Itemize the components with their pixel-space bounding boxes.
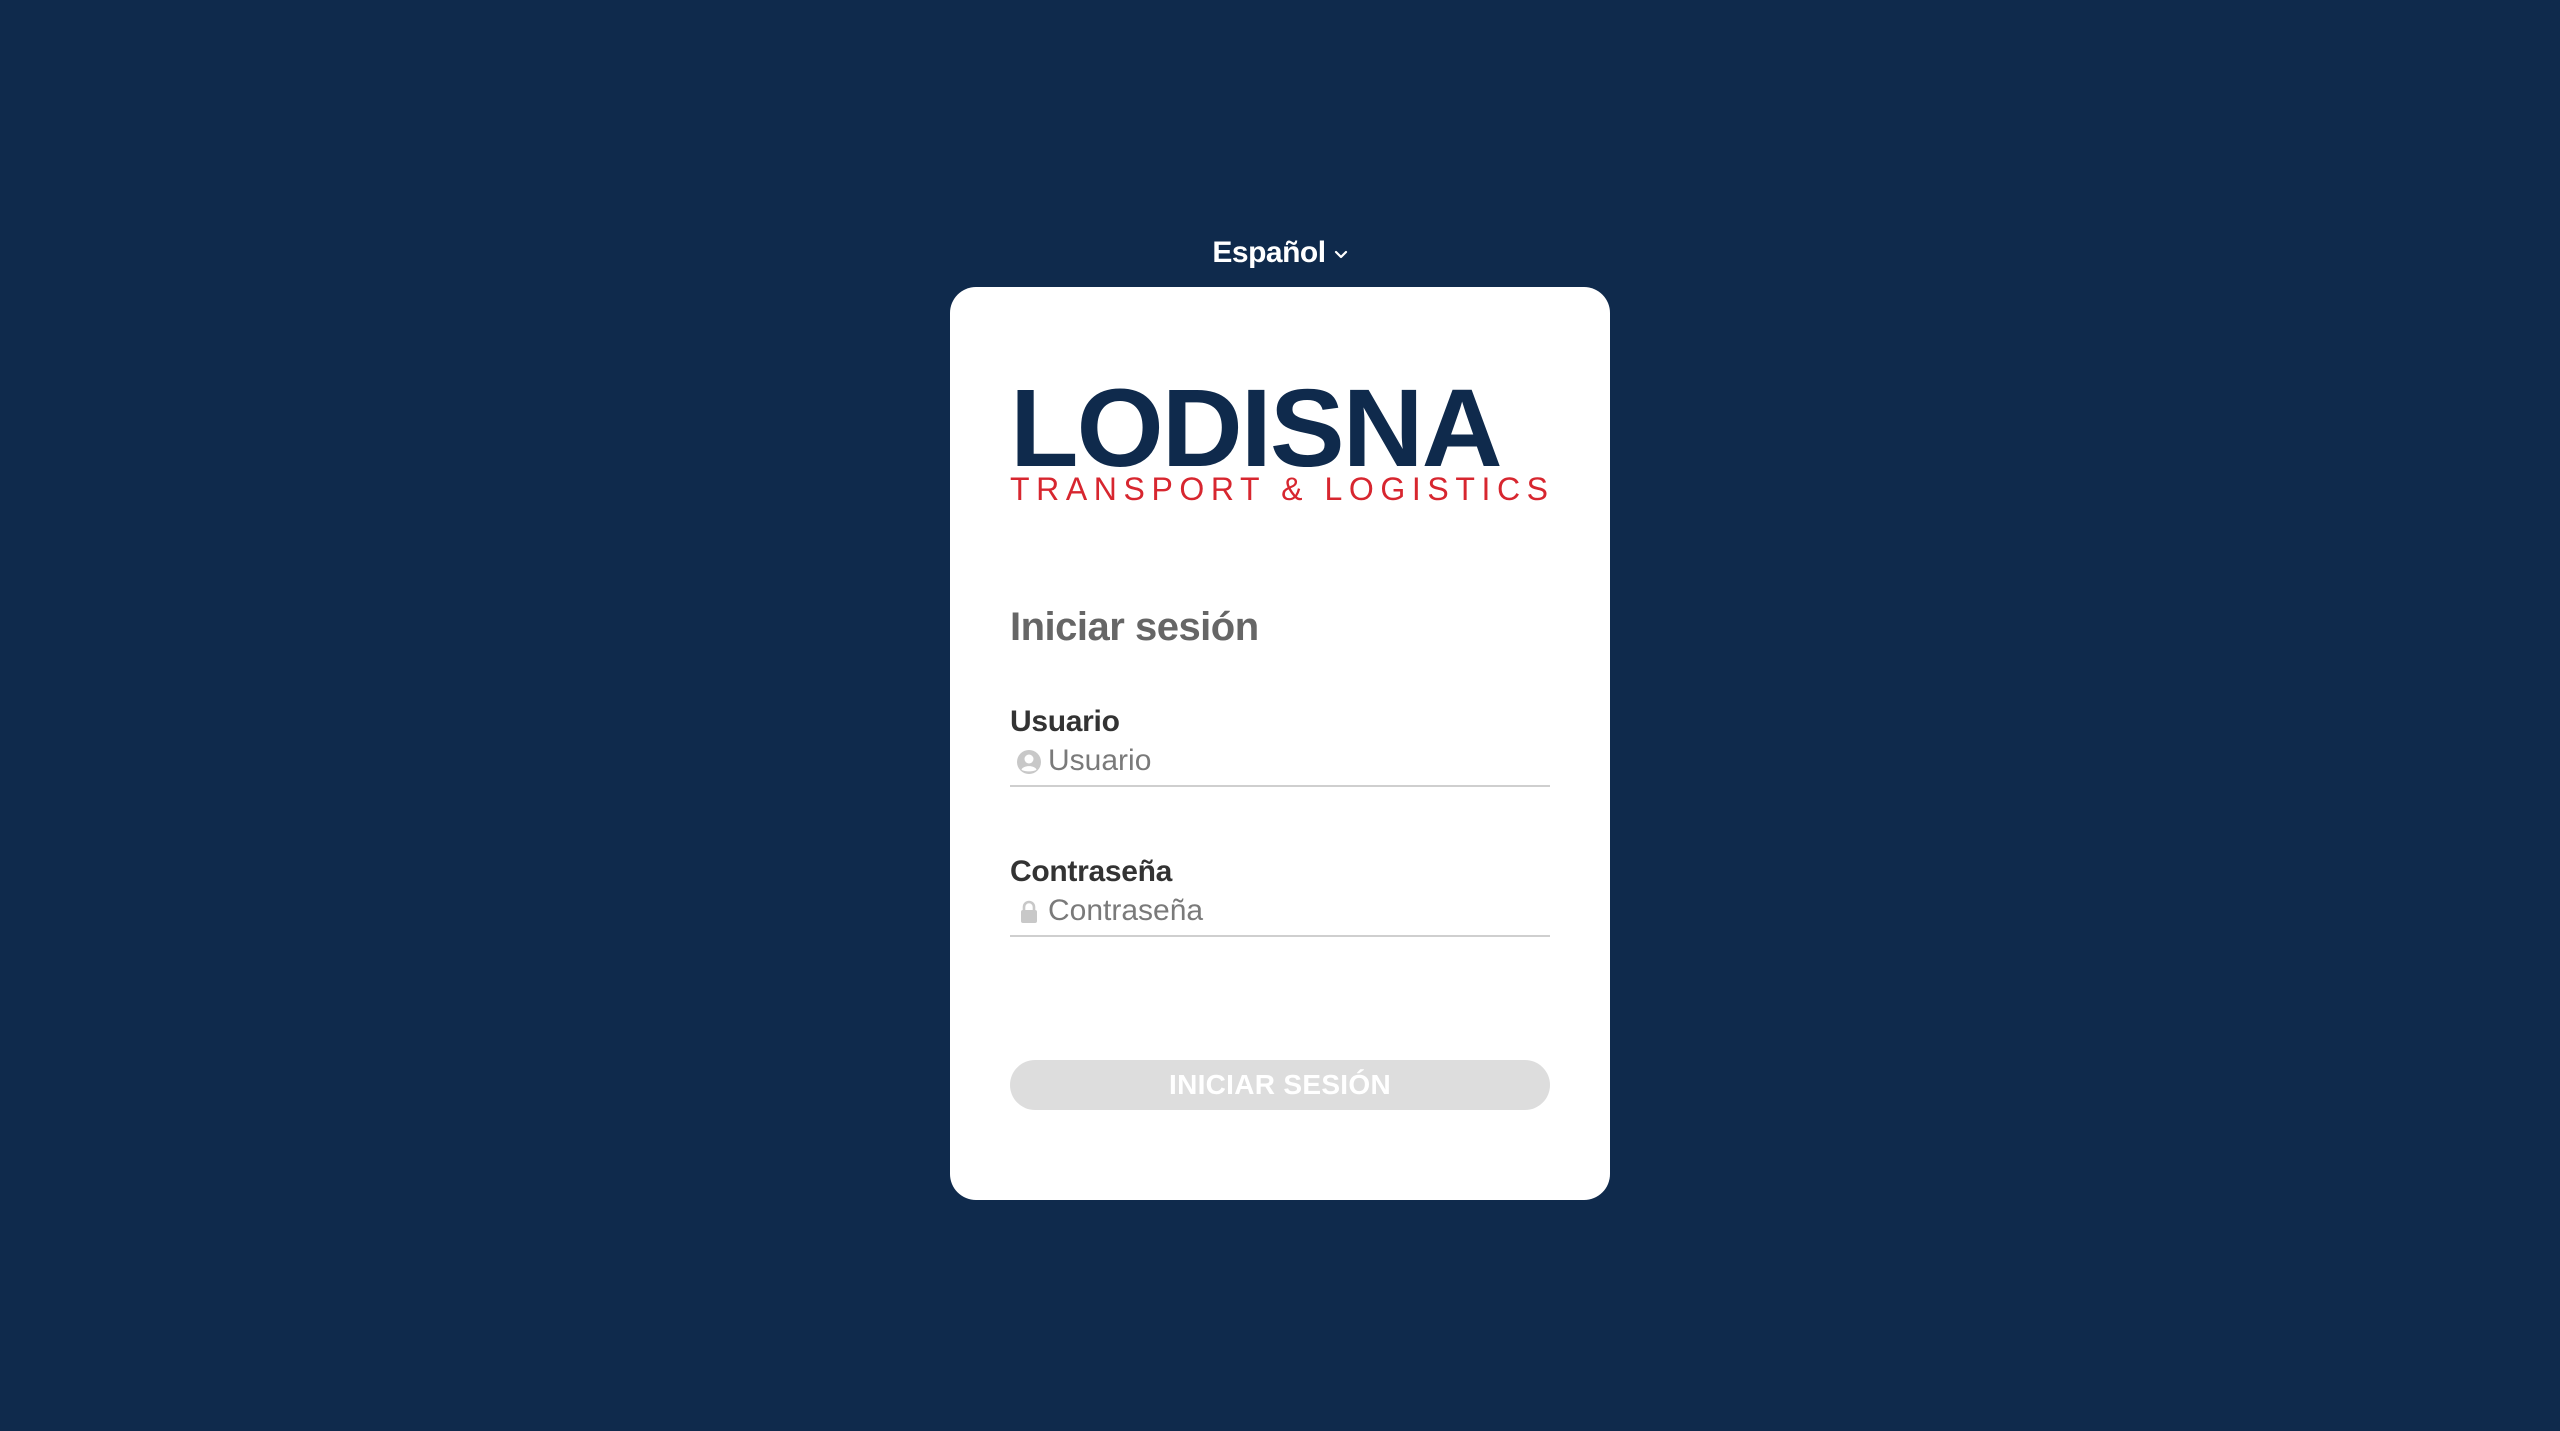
password-label: Contraseña: [1010, 855, 1173, 888]
password-field-wrapper: [1010, 887, 1550, 937]
company-logo: LODISNA TRANSPORT & LOGISTICS: [1010, 374, 1548, 506]
logo-wordmark: LODISNA: [1010, 367, 1503, 490]
language-label: Español: [1212, 236, 1326, 269]
login-button[interactable]: INICIAR SESIÓN: [1010, 1060, 1550, 1110]
user-icon: [1016, 749, 1042, 775]
username-field-wrapper: [1010, 737, 1550, 787]
username-label: Usuario: [1010, 705, 1120, 738]
username-input[interactable]: [1048, 741, 1538, 781]
chevron-down-icon: [1334, 234, 1348, 268]
page-title: Iniciar sesión: [1010, 605, 1259, 649]
language-selector[interactable]: Español: [0, 236, 2560, 271]
login-card: LODISNA TRANSPORT & LOGISTICS Iniciar se…: [950, 287, 1610, 1200]
password-input[interactable]: [1048, 891, 1538, 931]
lock-icon: [1016, 899, 1042, 925]
